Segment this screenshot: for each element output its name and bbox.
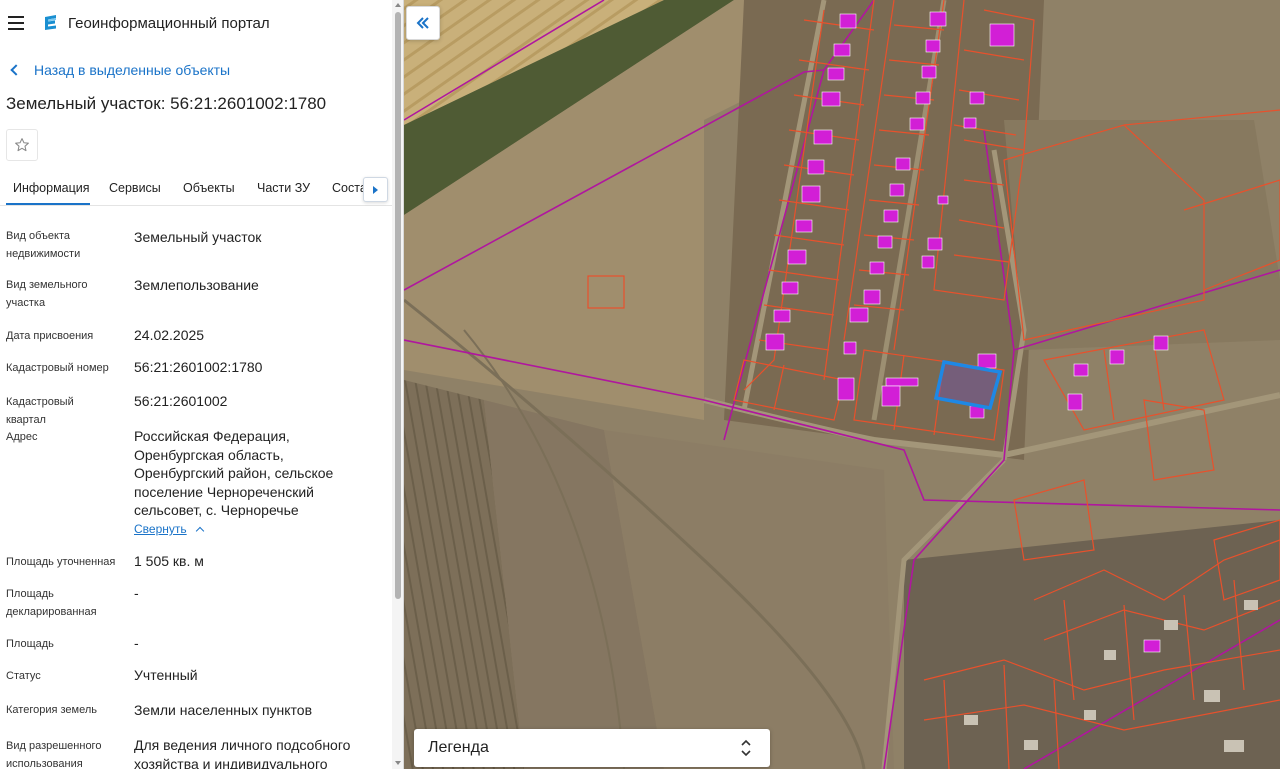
property-label: Кадастровый квартал [6, 396, 74, 426]
property-value: 24.02.2025 [134, 327, 205, 343]
property-value: - [134, 585, 139, 601]
back-link-label: Назад в выделенные объекты [34, 62, 231, 78]
double-chevron-left-icon [416, 17, 429, 29]
property-value: Земли населенных пунктов [134, 702, 313, 718]
legend-label: Легенда [428, 739, 489, 756]
tab-parcel-parts[interactable]: Части ЗУ [257, 181, 310, 195]
property-value: Учтенный [134, 667, 198, 683]
property-label: Кадастровый номер [6, 362, 109, 374]
favorite-button[interactable] [6, 129, 38, 161]
collapse-panel-button[interactable] [406, 6, 440, 40]
property-value: 1 505 кв. м [134, 553, 204, 569]
map-view[interactable] [404, 0, 1280, 769]
tab-objects[interactable]: Объекты [183, 181, 235, 195]
property-value: - [134, 635, 139, 651]
property-value: Земельный участок [134, 229, 262, 245]
property-value: Землепользование [134, 277, 259, 293]
star-outline-icon [15, 138, 29, 152]
portal-logo-icon [45, 15, 56, 30]
tab-strip: Информация Сервисы Объекты Части ЗУ Сост… [0, 172, 372, 205]
tabs-scroll-right-button[interactable] [363, 177, 388, 202]
property-label: Адрес [6, 431, 38, 443]
triangle-right-icon [373, 185, 378, 194]
collapse-address-link[interactable]: Свернуть [134, 522, 204, 536]
property-value: 56:21:2601002:1780 [134, 359, 263, 375]
property-value: Для ведения личного подсобного хозяйства… [134, 737, 351, 769]
hamburger-icon[interactable] [8, 16, 24, 30]
property-label: Вид объекта недвижимости [6, 230, 81, 260]
property-label: Статус [6, 670, 41, 682]
chevron-left-icon [10, 64, 22, 76]
active-tab-indicator [6, 203, 90, 205]
satellite-map[interactable] [404, 0, 1280, 769]
info-panel: Геоинформационный портал Назад в выделен… [0, 0, 404, 769]
settlement-south [904, 520, 1280, 769]
scroll-up-arrow-icon[interactable] [395, 3, 401, 7]
collapse-label: Свернуть [134, 522, 187, 536]
property-label: Площадь уточненная [6, 556, 116, 568]
scroll-thumb[interactable] [395, 12, 401, 599]
settlement-east [1004, 120, 1280, 350]
property-label: Площадь декларированная [6, 588, 97, 618]
selected-parcel[interactable] [933, 359, 1003, 411]
chevron-up-icon [195, 526, 204, 535]
top-bar: Геоинформационный портал [0, 0, 403, 46]
portal-title: Геоинформационный портал [68, 15, 270, 32]
tab-bar: Информация Сервисы Объекты Части ЗУ Сост… [0, 172, 392, 206]
property-label: Дата присвоения [6, 330, 94, 342]
property-label: Вид разрешенного использования [6, 740, 102, 769]
property-label: Вид земельного участка [6, 279, 88, 309]
legend-dropdown[interactable]: Легенда [414, 729, 770, 767]
property-value: Российская Федерация, Оренбургская облас… [134, 428, 334, 519]
chevron-up-down-icon [741, 739, 751, 757]
property-label: Площадь [6, 638, 54, 650]
property-label: Категория земель [6, 704, 97, 716]
page-title: Земельный участок: 56:21:2601002:1780 [6, 94, 327, 113]
tab-services[interactable]: Сервисы [109, 181, 161, 195]
tab-information[interactable]: Информация [13, 181, 90, 195]
panel-scrollbar[interactable] [392, 0, 403, 769]
property-value: 56:21:2601002 [134, 393, 228, 409]
scroll-down-arrow-icon[interactable] [395, 761, 401, 765]
back-to-selection-link[interactable]: Назад в выделенные объекты [10, 61, 230, 79]
